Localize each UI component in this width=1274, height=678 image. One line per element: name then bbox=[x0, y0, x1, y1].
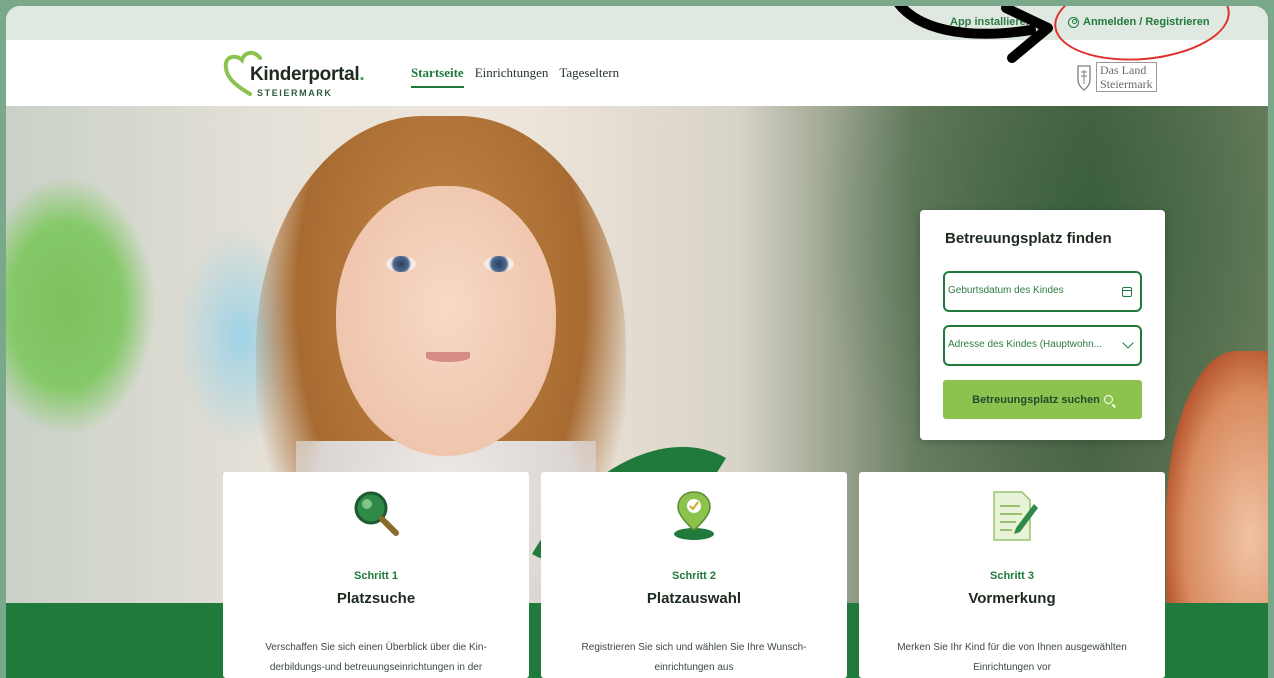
calendar-icon[interactable] bbox=[1122, 287, 1132, 297]
main-nav: Startseite Einrichtungen Tageseltern bbox=[411, 65, 619, 88]
chevron-down-icon[interactable] bbox=[1122, 337, 1134, 349]
hero-child-eye bbox=[386, 256, 416, 272]
magnifier-icon bbox=[354, 491, 399, 536]
step-number: Schritt 2 bbox=[671, 570, 716, 582]
page-frame: App installieren Anmelden / Registrieren… bbox=[6, 6, 1268, 678]
birthdate-placeholder: Geburtsdatum des Kindes bbox=[948, 285, 1064, 296]
search-card: Betreuungsplatz finden Geburtsdatum des … bbox=[920, 210, 1165, 440]
land-wordmark: Das Land Steiermark bbox=[1096, 62, 1157, 92]
annotation-arrow-icon bbox=[894, 6, 1053, 63]
hero-child-face bbox=[336, 186, 556, 456]
hero-banner: Betreuungsplatz finden Geburtsdatum des … bbox=[6, 106, 1268, 678]
location-pin-icon bbox=[674, 491, 714, 540]
step-card-platzsuche: Schritt 1 Platzsuche Verschaffen Sie sic… bbox=[223, 472, 529, 678]
document-pen-icon bbox=[993, 491, 1038, 541]
hero-background-toy bbox=[6, 176, 156, 436]
step-title: Vormerkung bbox=[968, 590, 1056, 607]
hero-child-mouth bbox=[426, 352, 470, 362]
step-description: Registrieren Sie sich und wählen Sie Ihr… bbox=[581, 642, 807, 673]
nav-einrichtungen[interactable]: Einrichtungen bbox=[475, 65, 549, 88]
birthdate-field[interactable]: Geburtsdatum des Kindes bbox=[943, 271, 1142, 312]
address-select[interactable]: Adresse des Kindes (Hauptwohn... bbox=[943, 325, 1142, 366]
step-title: Platzsuche bbox=[336, 590, 416, 607]
step-description: Merken Sie Ihr Kind für die von Ihnen au… bbox=[897, 642, 1127, 673]
step-title: Platzauswahl bbox=[646, 590, 742, 607]
step-number: Schritt 1 bbox=[353, 570, 398, 582]
step-description: Verschaffen Sie sich einen Überblick übe… bbox=[265, 642, 487, 673]
logo-subtitle: STEIERMARK bbox=[257, 88, 333, 98]
address-placeholder: Adresse des Kindes (Hauptwohn... bbox=[948, 339, 1102, 350]
kinderportal-logo[interactable]: Kinderportal. STEIERMARK bbox=[220, 50, 390, 102]
nav-startseite[interactable]: Startseite bbox=[411, 65, 464, 88]
search-card-title: Betreuungsplatz finden bbox=[945, 230, 1112, 247]
logo-wordmark: Kinderportal. bbox=[250, 64, 365, 85]
step-number: Schritt 3 bbox=[989, 570, 1034, 582]
step-card-platzauswahl: Schritt 2 Platzauswahl Registrieren Sie … bbox=[541, 472, 847, 678]
land-steiermark-logo[interactable]: Das Land Steiermark bbox=[1076, 62, 1157, 92]
search-button-label: Betreuungsplatz suchen bbox=[972, 393, 1100, 406]
search-icon bbox=[1103, 395, 1113, 404]
step-card-vormerkung: Schritt 3 Vormerkung Merken Sie Ihr Kind… bbox=[859, 472, 1165, 678]
crest-icon bbox=[1077, 65, 1091, 91]
search-button[interactable]: Betreuungsplatz suchen bbox=[943, 380, 1142, 419]
nav-tageseltern[interactable]: Tageseltern bbox=[559, 65, 619, 88]
hero-child-eye bbox=[484, 256, 514, 272]
